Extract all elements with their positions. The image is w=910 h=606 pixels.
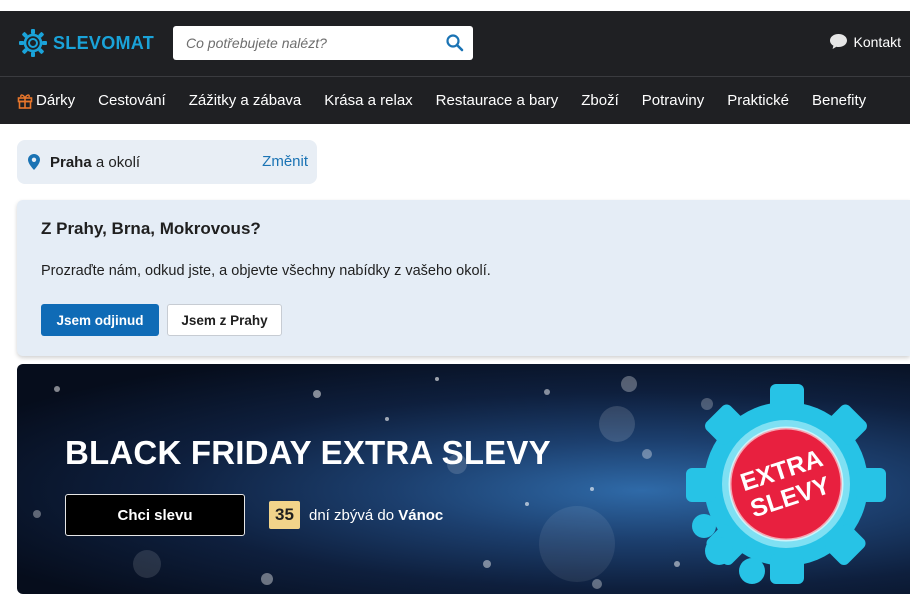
chat-bubble-icon: [829, 34, 847, 49]
nav-item-zazitky[interactable]: Zážitky a zábava: [189, 92, 302, 109]
contact-link[interactable]: Kontakt: [829, 33, 901, 50]
nav-item-krasa[interactable]: Krása a relax: [324, 92, 412, 109]
location-suffix: a okolí: [95, 153, 141, 171]
nav-item-zbozi[interactable]: Zboží: [581, 92, 619, 109]
prompt-title: Z Prahy, Brna, Mokrovous?: [41, 219, 261, 238]
nav-item-darky[interactable]: Dárky: [17, 92, 75, 109]
location-text: Praha a okolí: [50, 154, 140, 171]
countdown-number: 35: [269, 501, 300, 529]
nav-item-potraviny[interactable]: Potraviny: [642, 92, 705, 109]
category-nav: Dárky Cestování Zážitky a zábava Krása a…: [0, 76, 910, 124]
search-icon[interactable]: [445, 33, 465, 53]
nav-item-prakticke[interactable]: Praktické: [727, 92, 789, 109]
nav-item-restaurace[interactable]: Restaurace a bary: [436, 92, 559, 109]
countdown-text: dní zbývá do Vánoc: [309, 507, 443, 524]
extra-slevy-badge: EXTRA SLEVY: [686, 384, 886, 584]
gift-icon: [17, 94, 33, 109]
site-header: SLEVOMAT Kontakt: [0, 11, 910, 76]
countdown-target: Vánoc: [398, 506, 444, 524]
elsewhere-button[interactable]: Jsem odjinud: [41, 304, 159, 336]
contact-label: Kontakt: [853, 33, 901, 50]
promo-title: BLACK FRIDAY EXTRA SLEVY: [65, 434, 551, 471]
logo[interactable]: SLEVOMAT: [18, 28, 154, 58]
gear-logo-icon: [19, 29, 47, 57]
location-pin-icon: [28, 154, 40, 170]
search-box: [173, 26, 473, 60]
christmas-countdown: 35 dní zbývá do Vánoc: [269, 501, 443, 529]
change-location-link[interactable]: Změnit: [262, 153, 308, 170]
nav-item-cestovani[interactable]: Cestování: [98, 92, 166, 109]
logo-text: SLEVOMAT: [53, 32, 155, 53]
want-discount-button[interactable]: Chci slevu: [65, 494, 245, 536]
location-prompt-banner: Z Prahy, Brna, Mokrovous? Prozraďte nám,…: [17, 200, 910, 356]
nav-item-benefity[interactable]: Benefity: [812, 92, 866, 109]
black-friday-promo[interactable]: BLACK FRIDAY EXTRA SLEVY Chci slevu 35 d…: [17, 364, 910, 594]
prompt-text: Prozraďte nám, odkud jste, a objevte vše…: [41, 263, 491, 279]
from-prague-button[interactable]: Jsem z Prahy: [167, 304, 282, 336]
location-city: Praha: [50, 153, 92, 171]
nav-label: Dárky: [36, 92, 76, 109]
location-selector: Praha a okolí Změnit: [17, 140, 317, 184]
countdown-phrase: dní zbývá do: [309, 506, 395, 524]
top-strip: [0, 0, 910, 11]
search-input[interactable]: [173, 26, 428, 60]
